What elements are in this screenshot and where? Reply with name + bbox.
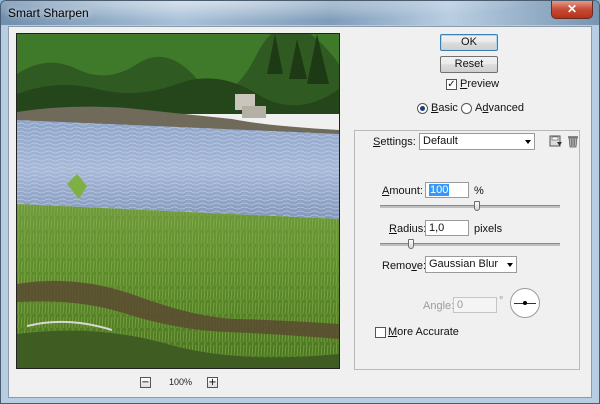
- amount-input[interactable]: 100: [425, 182, 469, 198]
- landscape-photo: [17, 34, 339, 368]
- amount-label: Amount:: [382, 185, 423, 197]
- settings-label: Settings:: [373, 136, 416, 148]
- remove-label: Remove:: [382, 260, 427, 272]
- remove-dropdown[interactable]: Gaussian Blur: [425, 256, 517, 273]
- radius-unit: pixels: [474, 223, 503, 235]
- angle-unit: °: [499, 295, 504, 307]
- ok-button[interactable]: OK: [440, 34, 498, 51]
- radius-slider-track[interactable]: [380, 243, 560, 246]
- amount-unit: %: [474, 185, 484, 197]
- preview-checkbox[interactable]: ✓: [446, 79, 457, 90]
- smart-sharpen-dialog: Smart Sharpen ✕ − 100% + OK Reset ✓ Prev…: [0, 0, 600, 404]
- basic-label: Basic: [431, 102, 458, 114]
- more-accurate-checkbox[interactable]: [375, 327, 386, 338]
- angle-dial-center: [523, 301, 527, 305]
- chevron-down-icon: [525, 140, 531, 144]
- zoom-level: 100%: [169, 377, 193, 387]
- dialog-client-area: − 100% + OK Reset ✓ Preview Basic Advanc…: [8, 26, 592, 398]
- basic-radio[interactable]: [417, 103, 428, 114]
- angle-dial[interactable]: [510, 288, 540, 318]
- preview-label: Preview: [460, 78, 500, 90]
- close-button[interactable]: ✕: [551, 1, 593, 19]
- title-bar[interactable]: Smart Sharpen ✕: [1, 1, 599, 25]
- angle-value: 0: [457, 299, 464, 311]
- zoom-in-button[interactable]: +: [207, 377, 218, 388]
- preview-image[interactable]: [16, 33, 340, 369]
- angle-label: Angle:: [423, 300, 455, 312]
- radius-input[interactable]: 1,0: [425, 220, 469, 236]
- more-accurate-label: More Accurate: [388, 326, 459, 338]
- settings-dropdown[interactable]: Default: [419, 133, 535, 150]
- advanced-label: Advanced: [475, 102, 524, 114]
- zoom-controls: − 100% +: [140, 377, 240, 391]
- window-title: Smart Sharpen: [8, 6, 89, 20]
- settings-value: Default: [423, 135, 458, 147]
- amount-slider-track[interactable]: [380, 205, 560, 208]
- advanced-radio[interactable]: [461, 103, 472, 114]
- save-settings-icon[interactable]: [549, 134, 563, 148]
- reset-button[interactable]: Reset: [440, 56, 498, 73]
- radius-value: 1,0: [429, 222, 445, 234]
- remove-value: Gaussian Blur: [429, 258, 499, 270]
- zoom-out-button[interactable]: −: [140, 377, 151, 388]
- chevron-down-icon: [507, 263, 513, 267]
- trash-icon[interactable]: [566, 134, 580, 148]
- radius-label: Radius:: [389, 223, 427, 235]
- radius-slider-thumb[interactable]: [408, 239, 414, 249]
- amount-slider-thumb[interactable]: [474, 201, 480, 211]
- settings-group: Settings: Default Amount: 100 % Radius: …: [354, 130, 580, 370]
- angle-input[interactable]: 0: [453, 297, 497, 313]
- amount-value: 100: [429, 184, 450, 196]
